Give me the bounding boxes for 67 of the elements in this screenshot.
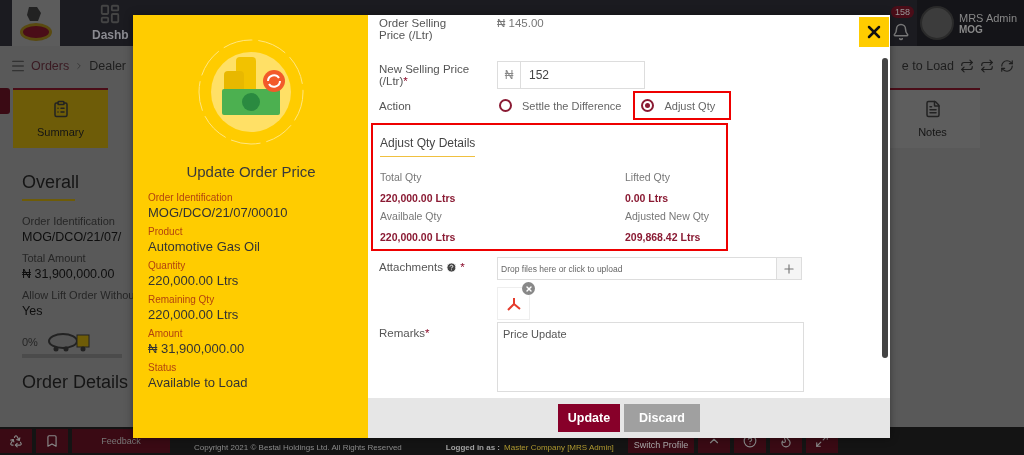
notification-badge: 158 [891,6,915,18]
bell-icon[interactable] [892,23,910,41]
logged-in-label: Logged in as : [445,443,500,454]
help-icon[interactable] [446,262,458,274]
radio-option[interactable]: Settle the Difference [497,91,630,120]
summary-label: Order Identification [148,192,234,203]
section-title: Overall [22,172,79,193]
dashboard-icon [99,3,122,25]
detail-label: Lifted Qty [625,171,671,183]
price-value: ₦ 145.00 [497,17,545,29]
summary-value: 220,000.00 Ltrs [148,273,240,288]
plus-icon [782,261,796,276]
radio-option[interactable]: Adjust Qty [633,91,732,120]
summary-value: MOG/DCO/21/07/00010 [148,205,289,220]
close-button[interactable] [859,17,889,47]
user-name: MRS Admin [959,11,1018,24]
field-value: MOG/DCO/21/07/ [22,230,122,244]
section-title: Order Details [22,372,129,393]
dialog-title: Update Order Price [185,163,317,180]
nav-item[interactable]: Dashb [92,0,129,46]
detail-value: 209,868.42 Ltrs [625,231,702,243]
detail-label: Availbale Qty [380,210,443,222]
summary-value: Automotive Gas Oil [148,239,261,254]
refresh-icon[interactable] [1000,59,1014,73]
panel-title: Adjust Qty Details [380,136,476,157]
detail-value: 220,000.00 Ltrs [380,231,457,243]
avatar [920,6,954,40]
pdf-icon [505,295,522,312]
menu-icon[interactable] [10,58,26,74]
detail-label: Adjusted New Qty [625,210,711,222]
field-label: Attachments * [379,260,466,274]
field-label: New Selling Price (/Ltr)* [379,63,471,87]
repeat-icon[interactable] [960,59,974,73]
repeat-icon[interactable] [980,59,994,73]
update-button[interactable]: Update [558,404,620,432]
summary-label: Amount [148,328,184,339]
remarks-field[interactable]: Price Update [497,322,804,392]
detail-value: 0.00 Ltrs [625,192,670,204]
field-value: Yes [22,304,43,318]
remove-file-button[interactable] [522,282,535,295]
summary-label: Product [148,226,184,237]
close-icon [524,284,533,293]
side-menu-handle[interactable] [0,88,10,114]
add-file-button[interactable] [777,257,802,280]
logged-in-user[interactable]: Master Company [MRS Admin] [504,443,614,455]
status-text: e to Load [901,59,954,73]
summary-value: ₦ 31,900,000.00 [148,341,246,356]
clipboard-icon [51,100,70,118]
summary-label: Quantity [148,260,187,271]
field-label: Order Selling Price (/Ltr) [379,17,448,41]
scrollbar[interactable] [882,58,888,358]
field-label: Remarks* [379,326,431,339]
copyright-text: Copyright 2021 © Bestal Holdings Ltd. All Rights Reserved [194,443,402,454]
recycle-icon[interactable] [0,429,32,453]
document-icon [923,100,942,118]
summary-label: Status [148,362,178,373]
detail-value: 220,000.00 Ltrs [380,192,457,204]
currency-prefix: ₦ [497,61,521,89]
field-label: Action [379,99,412,112]
summary-value: Available to Load [148,375,249,390]
user-organization: MOG [959,23,984,35]
bookmark-icon[interactable] [36,429,68,453]
summary-label: Remaining Qty [148,294,216,305]
file-drop-field[interactable]: Drop files here or click to upload [497,257,777,280]
detail-label: Total Qty [380,171,423,183]
summary-value: 220,000.00 Ltrs [148,307,240,322]
price-input-field[interactable]: 152 [521,61,645,89]
